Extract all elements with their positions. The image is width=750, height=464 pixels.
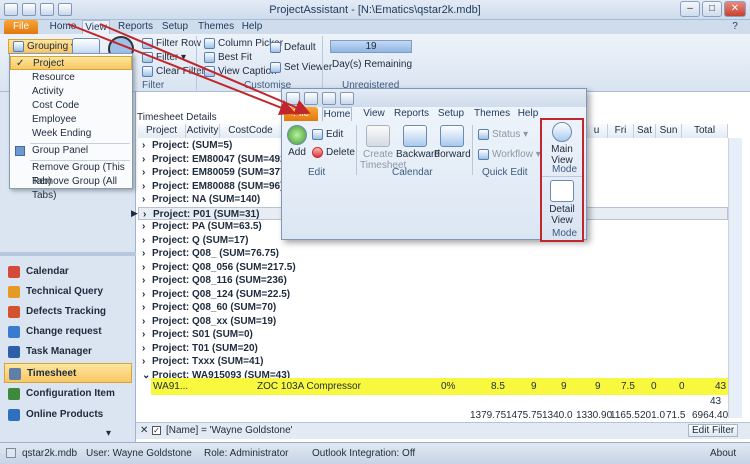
arrow-to-file-tab: [67, 23, 296, 116]
annotation-arrows: [67, 23, 311, 116]
arrow-to-home-tab: [99, 23, 311, 115]
